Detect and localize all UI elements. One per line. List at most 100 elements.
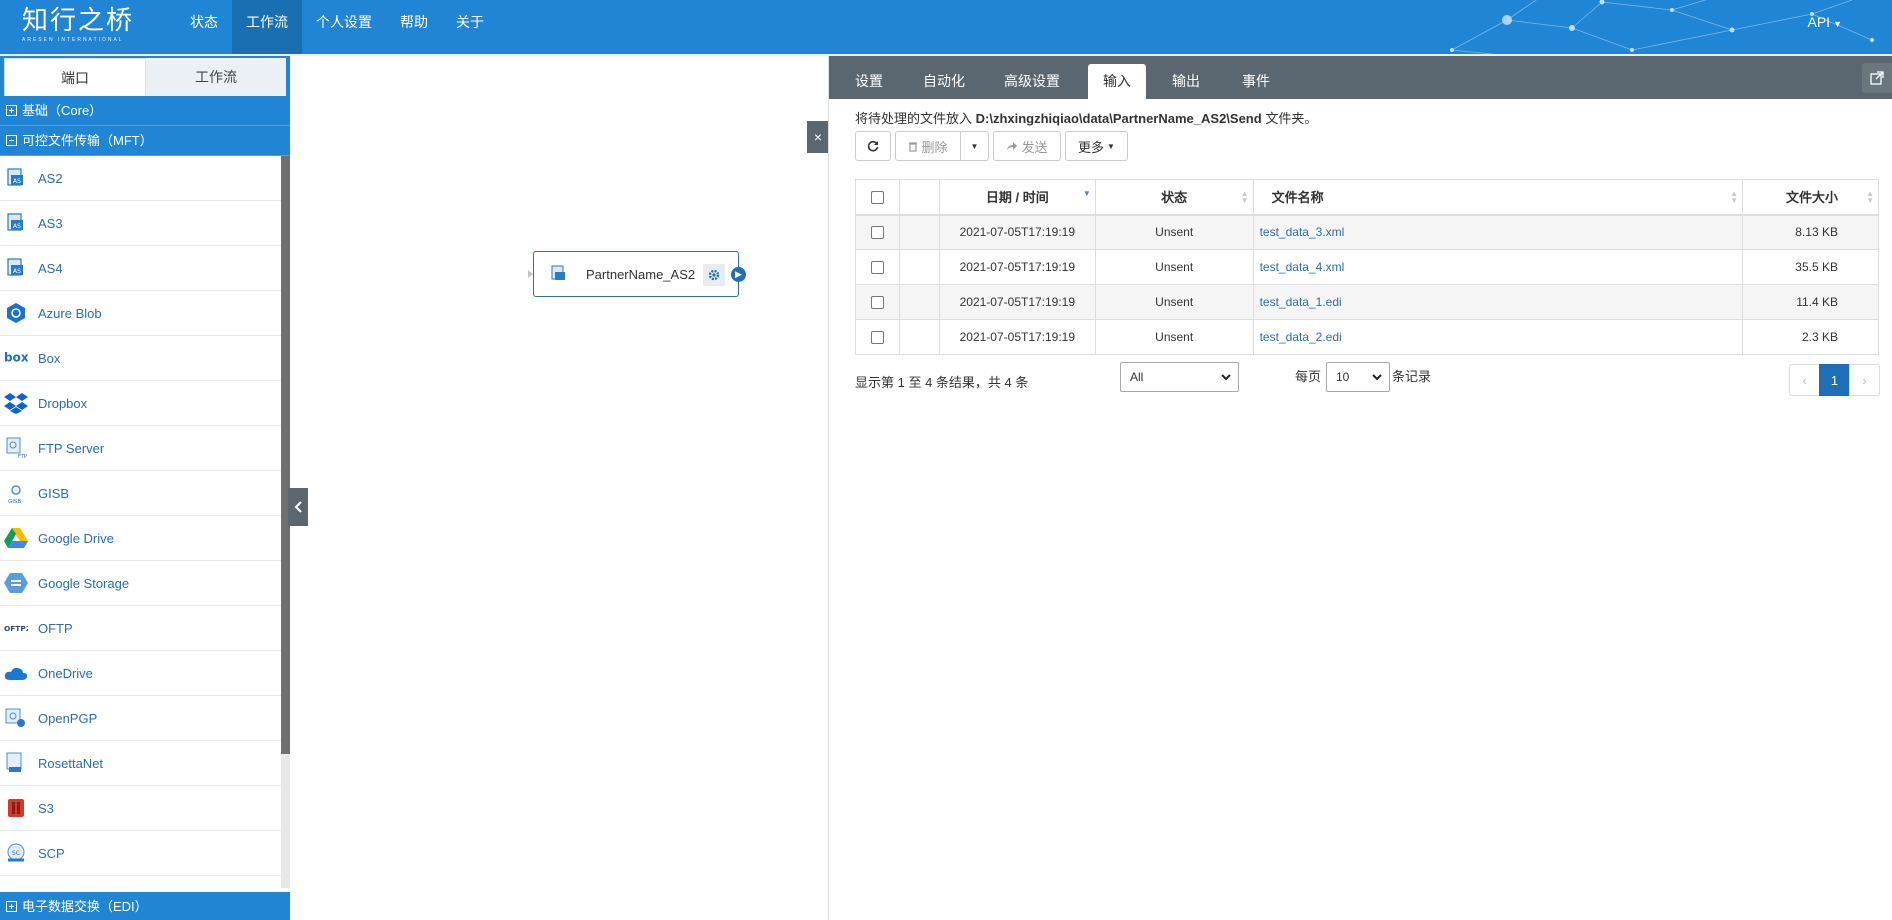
connector-s3[interactable]: S3 [0,786,281,831]
row-status: Unsent [1094,249,1254,285]
row-date: 2021-07-05T17:19:19 [938,214,1096,250]
nav-profile[interactable]: 个人设置 [302,0,386,54]
connector-as3[interactable]: AS AS3 [0,201,281,246]
name-column-header[interactable]: 文件名称 ▲ ▼ [1252,179,1744,216]
file-name-link[interactable]: test_data_3.xml [1260,225,1345,239]
collapse-sidebar-button[interactable] [288,488,308,526]
as2-icon [551,265,565,280]
row-checkbox[interactable] [870,296,884,310]
connector-azure-blob[interactable]: Azure Blob [0,291,281,336]
table-row[interactable]: 2021-07-05T17:19:19 Unsent test_data_3.x… [855,214,1879,250]
connector-gisb[interactable]: GISB GISB [0,471,281,516]
sidebar-tabs: 端口 工作流 [0,56,290,96]
tab-input[interactable]: 输入 [1088,64,1146,99]
connector-onedrive[interactable]: OneDrive [0,651,281,696]
caret-down-icon: ▼ [970,141,979,151]
tab-settings[interactable]: 设置 [841,64,897,99]
connector-dropbox[interactable]: Dropbox [0,381,281,426]
date-header-label: 日期 / 时间 [985,190,1049,206]
tab-events[interactable]: 事件 [1227,64,1285,99]
per-page-select[interactable]: 10 [1326,362,1390,392]
connector-as2[interactable]: AS AS2 [0,156,281,201]
tab-advanced[interactable]: 高级设置 [989,64,1075,99]
row-size: 11.4 KB [1742,284,1879,320]
refresh-icon [867,140,879,152]
svg-text:AS: AS [13,178,21,185]
file-name-link[interactable]: test_data_2.edi [1260,330,1342,344]
sort-icon: ▲ ▼ [1730,189,1739,205]
file-toolbar: 删除 ▼ 发送 更多 ▼ [855,131,1132,161]
connector-rosettanet[interactable]: RosettaNet [0,741,281,786]
sort-icon: ▲ ▼ [1240,189,1249,205]
delete-label: 删除 [921,139,948,155]
open-external-button[interactable] [1862,63,1892,93]
connector-ftp-server[interactable]: FTP FTP Server [0,426,281,471]
azure-blob-icon [4,301,28,325]
chevron-right-icon: › [1862,372,1867,388]
file-name-link[interactable]: test_data_1.edi [1260,295,1342,309]
select-all-checkbox[interactable] [870,191,884,205]
delete-dropdown-button[interactable]: ▼ [961,131,989,161]
nav-about[interactable]: 关于 [442,0,498,54]
nav-status[interactable]: 状态 [176,0,232,54]
row-checkbox[interactable] [870,261,884,275]
delete-button[interactable]: 删除 [895,131,961,161]
nav-workflow[interactable]: 工作流 [232,0,302,54]
connector-label: Dropbox [38,395,88,411]
size-column-header[interactable]: 文件大小 ▲ ▼ [1742,179,1879,216]
s3-icon [4,796,28,820]
row-name-cell: test_data_4.xml [1252,249,1744,285]
send-button[interactable]: 发送 [993,131,1061,161]
connector-label: Google Storage [38,575,130,591]
file-name-link[interactable]: test_data_4.xml [1260,260,1345,274]
pagination: ‹ 1 › [1789,364,1880,396]
next-page-button[interactable]: › [1849,364,1880,396]
connector-google-drive[interactable]: Google Drive [0,516,281,561]
row-checkbox[interactable] [870,226,884,240]
category-mft[interactable]: 可控文件传输（MFT） [0,126,290,156]
connector-box[interactable]: box Box [0,336,281,381]
node-settings-button[interactable] [703,264,725,286]
share-icon [1007,142,1018,150]
more-button[interactable]: 更多 ▼ [1065,131,1128,161]
input-port[interactable] [528,270,533,278]
scrollbar-thumb[interactable] [281,156,290,754]
close-panel-button[interactable]: × [807,121,829,153]
tab-workflows[interactable]: 工作流 [146,58,286,96]
output-port[interactable]: ▶ [731,267,746,282]
expand-icon [6,105,17,116]
refresh-button[interactable] [855,131,891,161]
category-edi[interactable]: 电子数据交换（EDI） [0,892,290,920]
api-menu[interactable]: API ▼ [1808,0,1843,46]
page-button-1[interactable]: 1 [1819,364,1850,396]
table-row[interactable]: 2021-07-05T17:19:19 Unsent test_data_1.e… [855,284,1879,320]
as3-icon: AS [4,211,28,235]
table-row[interactable]: 2021-07-05T17:19:19 Unsent test_data_2.e… [855,319,1879,355]
connector-oftp[interactable]: OFTP2 OFTP [0,606,281,651]
tab-output[interactable]: 输出 [1157,64,1215,99]
workflow-canvas[interactable] [290,56,828,920]
prev-page-button[interactable]: ‹ [1789,364,1820,396]
row-checkbox[interactable] [870,331,884,345]
workflow-node[interactable]: PartnerName_AS2 ▶ [528,251,746,297]
main-nav: 状态 工作流 个人设置 帮助 关于 [176,0,498,54]
google-drive-icon [4,526,28,550]
row-blank-cell [898,284,940,320]
connector-google-storage[interactable]: Google Storage [0,561,281,606]
connector-label: RosettaNet [38,755,104,771]
connector-scp[interactable]: SC SCP [0,831,281,876]
row-name-cell: test_data_2.edi [1252,319,1744,355]
date-column-header[interactable]: 日期 / 时间 ▼ [938,179,1096,216]
tab-ports[interactable]: 端口 [4,58,146,96]
connector-as4[interactable]: AS AS4 [0,246,281,291]
category-core[interactable]: 基础（Core） [0,96,290,126]
app-logo[interactable]: 知行之桥 ARESEN INTERNATIONAL [22,6,134,43]
nav-help[interactable]: 帮助 [386,0,442,54]
row-blank-cell [898,214,940,250]
table-row[interactable]: 2021-07-05T17:19:19 Unsent test_data_4.x… [855,249,1879,285]
filter-select[interactable]: All [1120,362,1239,392]
status-column-header[interactable]: 状态 ▲ ▼ [1094,179,1254,216]
connector-openpgp[interactable]: OpenPGP [0,696,281,741]
tab-automation[interactable]: 自动化 [909,64,979,99]
file-table: 日期 / 时间 ▼ 状态 ▲ ▼ 文件名称 ▲ ▼ 文件大小 ▲ ▼ 2021-07-05T1… [855,179,1879,355]
